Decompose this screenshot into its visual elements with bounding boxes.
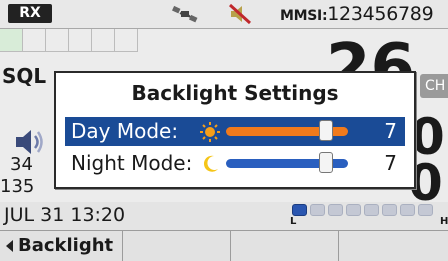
night-mode-slider-knob[interactable] <box>319 152 334 173</box>
meter-high-label: H <box>440 216 448 227</box>
moon-icon <box>199 153 221 175</box>
indicator-cell <box>69 29 92 52</box>
mmsi-value: 123456789 <box>327 3 434 25</box>
mmsi-label: MMSI: <box>280 8 328 24</box>
indicator-cell <box>46 29 69 52</box>
satellite-icon <box>172 4 198 24</box>
day-mode-label: Day Mode: <box>71 119 179 143</box>
squelch-label: SQL <box>2 64 47 88</box>
day-mode-slider-knob[interactable] <box>319 120 334 141</box>
date-time: JUL 31 13:20 <box>4 204 126 226</box>
meter-segment <box>292 204 307 216</box>
meter-segment <box>328 204 343 216</box>
meter-segment <box>418 204 433 216</box>
indicator-cells <box>0 29 140 53</box>
frequency-fragment: 34 <box>10 154 33 175</box>
menu-divider <box>338 231 339 261</box>
menu-item-backlight[interactable]: Backlight <box>0 231 123 261</box>
signal-meter <box>292 202 442 218</box>
day-mode-row[interactable]: Day Mode: 7 <box>65 117 405 146</box>
ch-tab[interactable]: CH <box>420 74 448 98</box>
indicator-cell <box>92 29 115 52</box>
indicator-cell <box>115 29 138 52</box>
night-mode-row[interactable]: Night Mode: 7 <box>65 149 405 178</box>
day-mode-value: 7 <box>384 119 397 143</box>
status-bar: RX MMSI:123456789 <box>0 0 448 29</box>
backlight-settings-dialog: Backlight Settings Day Mode: 7 Night Mod… <box>54 71 416 189</box>
meter-segment <box>346 204 361 216</box>
speaker-muted-icon <box>228 3 252 25</box>
indicator-cell <box>23 29 46 52</box>
rx-badge: RX <box>8 4 52 23</box>
menu-bar: Backlight <box>0 230 448 261</box>
folder-icon <box>0 29 23 52</box>
sun-icon <box>199 121 221 143</box>
night-mode-value: 7 <box>384 151 397 175</box>
meter-low-label: L <box>290 216 297 227</box>
meter-segment <box>382 204 397 216</box>
night-mode-label: Night Mode: <box>71 151 193 175</box>
menu-divider <box>230 231 231 261</box>
menu-label: Backlight <box>18 235 114 256</box>
meter-segment <box>400 204 415 216</box>
left-arrow-icon[interactable] <box>6 240 13 252</box>
meter-segment <box>310 204 325 216</box>
dialog-title: Backlight Settings <box>131 81 339 105</box>
meter-segment <box>364 204 379 216</box>
mmsi-readout: MMSI:123456789 <box>280 3 434 27</box>
frequency-fragment: 135 <box>0 176 35 197</box>
